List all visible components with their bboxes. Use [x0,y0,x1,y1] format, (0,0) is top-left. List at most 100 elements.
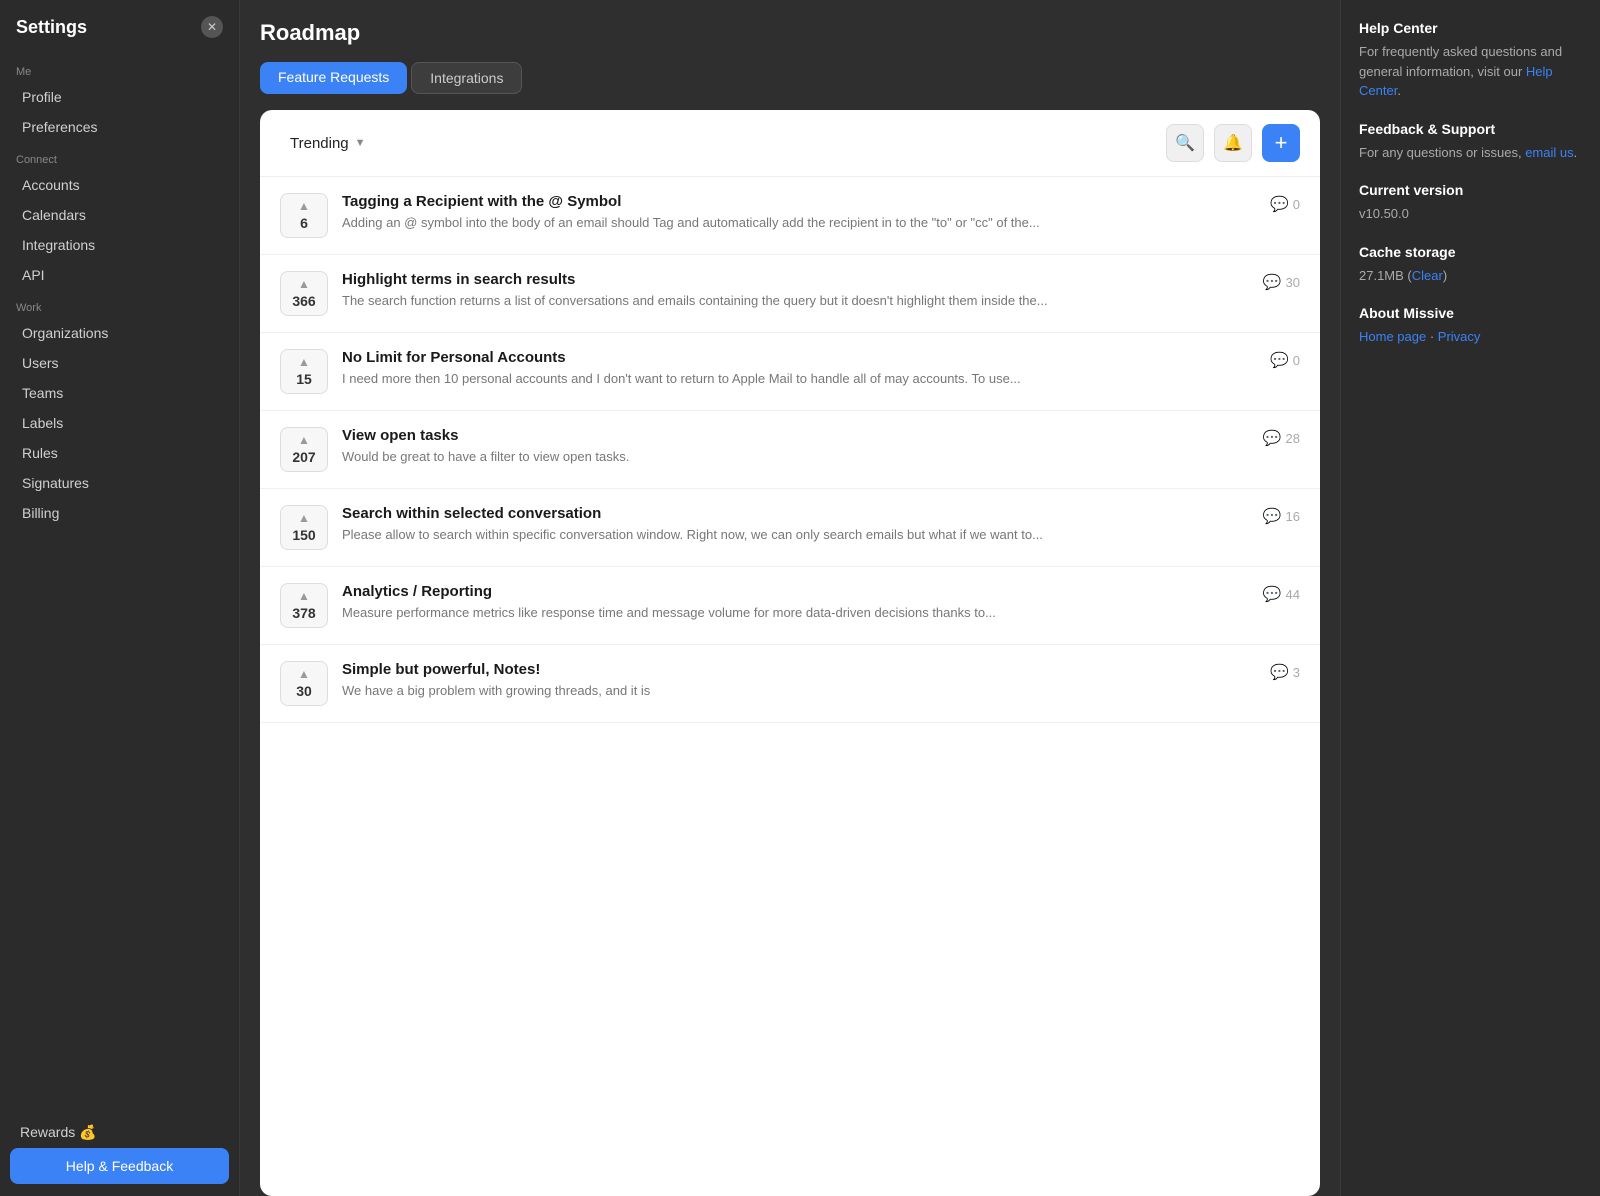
email-us-link[interactable]: email us [1525,145,1573,160]
feature-title: No Limit for Personal Accounts [342,349,1246,366]
tab-integrations[interactable]: Integrations [411,62,522,94]
sidebar-item-users[interactable]: Users [6,348,233,378]
notifications-button[interactable]: 🔔 [1214,124,1252,162]
feature-meta: 💬 16 [1260,505,1300,525]
sidebar-header: Settings ✕ [0,16,239,54]
search-button[interactable]: 🔍 [1166,124,1204,162]
feature-title: View open tasks [342,427,1246,444]
feature-meta: 💬 0 [1260,193,1300,213]
cache-clear-link[interactable]: Clear [1412,268,1443,283]
feedback-support-title: Feedback & Support [1359,121,1582,137]
sidebar-bottom: Rewards 💰 Help & Feedback [0,1105,239,1196]
trending-label: Trending [290,135,349,152]
feature-item: ▲ 366 Highlight terms in search results … [260,255,1320,333]
feature-title: Simple but powerful, Notes! [342,661,1246,678]
about-section: About Missive Home page · Privacy [1359,305,1582,347]
trending-sort-button[interactable]: Trending ▼ [280,129,376,158]
page-title: Roadmap [260,20,1320,46]
help-feedback-button[interactable]: Help & Feedback [10,1148,229,1184]
right-panel: Help Center For frequently asked questio… [1340,0,1600,1196]
feature-item: ▲ 30 Simple but powerful, Notes! We have… [260,645,1320,723]
feature-content: No Limit for Personal Accounts I need mo… [342,349,1246,388]
upvote-arrow: ▲ [298,434,310,446]
cache-storage-title: Cache storage [1359,244,1582,260]
bell-icon: 🔔 [1223,133,1243,153]
vote-count: 207 [292,449,315,465]
feature-list: ▲ 6 Tagging a Recipient with the @ Symbo… [260,177,1320,1196]
close-button[interactable]: ✕ [201,16,223,38]
comment-icon: 💬 [1263,507,1282,525]
vote-count: 30 [296,683,312,699]
vote-count: 366 [292,293,315,309]
upvote-arrow: ▲ [298,512,310,524]
rewards-item[interactable]: Rewards 💰 [10,1117,229,1148]
cache-storage-text: 27.1MB (Clear) [1359,266,1582,286]
sidebar-item-profile[interactable]: Profile [6,82,233,112]
feature-content: Simple but powerful, Notes! We have a bi… [342,661,1246,700]
search-icon: 🔍 [1175,133,1195,153]
sidebar-item-labels[interactable]: Labels [6,408,233,438]
add-button[interactable]: + [1262,124,1300,162]
comment-icon: 💬 [1263,585,1282,603]
comment-icon: 💬 [1263,273,1282,291]
comment-count: 28 [1286,431,1300,446]
feature-item: ▲ 6 Tagging a Recipient with the @ Symbo… [260,177,1320,255]
upvote-arrow: ▲ [298,278,310,290]
feature-content: Analytics / Reporting Measure performanc… [342,583,1246,622]
vote-box[interactable]: ▲ 366 [280,271,328,316]
about-links: Home page · Privacy [1359,327,1582,347]
vote-box[interactable]: ▲ 150 [280,505,328,550]
help-center-title: Help Center [1359,20,1582,36]
feature-meta: 💬 30 [1260,271,1300,291]
sidebar-item-integrations[interactable]: Integrations [6,230,233,260]
current-version-title: Current version [1359,182,1582,198]
help-center-text: For frequently asked questions and gener… [1359,42,1582,101]
feature-meta: 💬 3 [1260,661,1300,681]
home-page-link[interactable]: Home page [1359,329,1426,344]
comment-count: 30 [1286,275,1300,290]
sidebar-item-teams[interactable]: Teams [6,378,233,408]
comment-icon: 💬 [1270,195,1289,213]
vote-box[interactable]: ▲ 207 [280,427,328,472]
comment-count: 0 [1293,353,1300,368]
feature-requests-panel: Trending ▼ 🔍 🔔 + ▲ 6 Tagging a Recipient… [260,110,1320,1196]
tab-feature-requests[interactable]: Feature Requests [260,62,407,94]
sidebar-item-api[interactable]: API [6,260,233,290]
feedback-support-section: Feedback & Support For any questions or … [1359,121,1582,163]
comment-icon: 💬 [1270,351,1289,369]
upvote-arrow: ▲ [298,200,310,212]
comment-count: 44 [1286,587,1300,602]
comment-icon: 💬 [1270,663,1289,681]
feature-title: Search within selected conversation [342,505,1246,522]
settings-title: Settings [16,17,87,38]
tabs-row: Feature Requests Integrations [260,62,1320,94]
vote-count: 150 [292,527,315,543]
feature-desc: Would be great to have a filter to view … [342,448,1246,466]
sidebar-item-preferences[interactable]: Preferences [6,112,233,142]
comment-count: 3 [1293,665,1300,680]
work-section-label: Work [0,290,239,318]
sidebar-item-organizations[interactable]: Organizations [6,318,233,348]
feature-title: Tagging a Recipient with the @ Symbol [342,193,1246,210]
feature-desc: I need more then 10 personal accounts an… [342,370,1246,388]
vote-box[interactable]: ▲ 15 [280,349,328,394]
sidebar-item-signatures[interactable]: Signatures [6,468,233,498]
vote-count: 378 [292,605,315,621]
sidebar-item-calendars[interactable]: Calendars [6,200,233,230]
feature-title: Analytics / Reporting [342,583,1246,600]
cache-storage-section: Cache storage 27.1MB (Clear) [1359,244,1582,286]
upvote-arrow: ▲ [298,590,310,602]
vote-box[interactable]: ▲ 378 [280,583,328,628]
vote-box[interactable]: ▲ 30 [280,661,328,706]
sidebar-item-rules[interactable]: Rules [6,438,233,468]
feature-meta: 💬 28 [1260,427,1300,447]
vote-box[interactable]: ▲ 6 [280,193,328,238]
about-title: About Missive [1359,305,1582,321]
sidebar-item-accounts[interactable]: Accounts [6,170,233,200]
privacy-link[interactable]: Privacy [1438,329,1481,344]
vote-count: 6 [300,215,308,231]
current-version-section: Current version v10.50.0 [1359,182,1582,224]
sidebar-item-billing[interactable]: Billing [6,498,233,528]
chevron-down-icon: ▼ [355,137,366,149]
vote-count: 15 [296,371,312,387]
